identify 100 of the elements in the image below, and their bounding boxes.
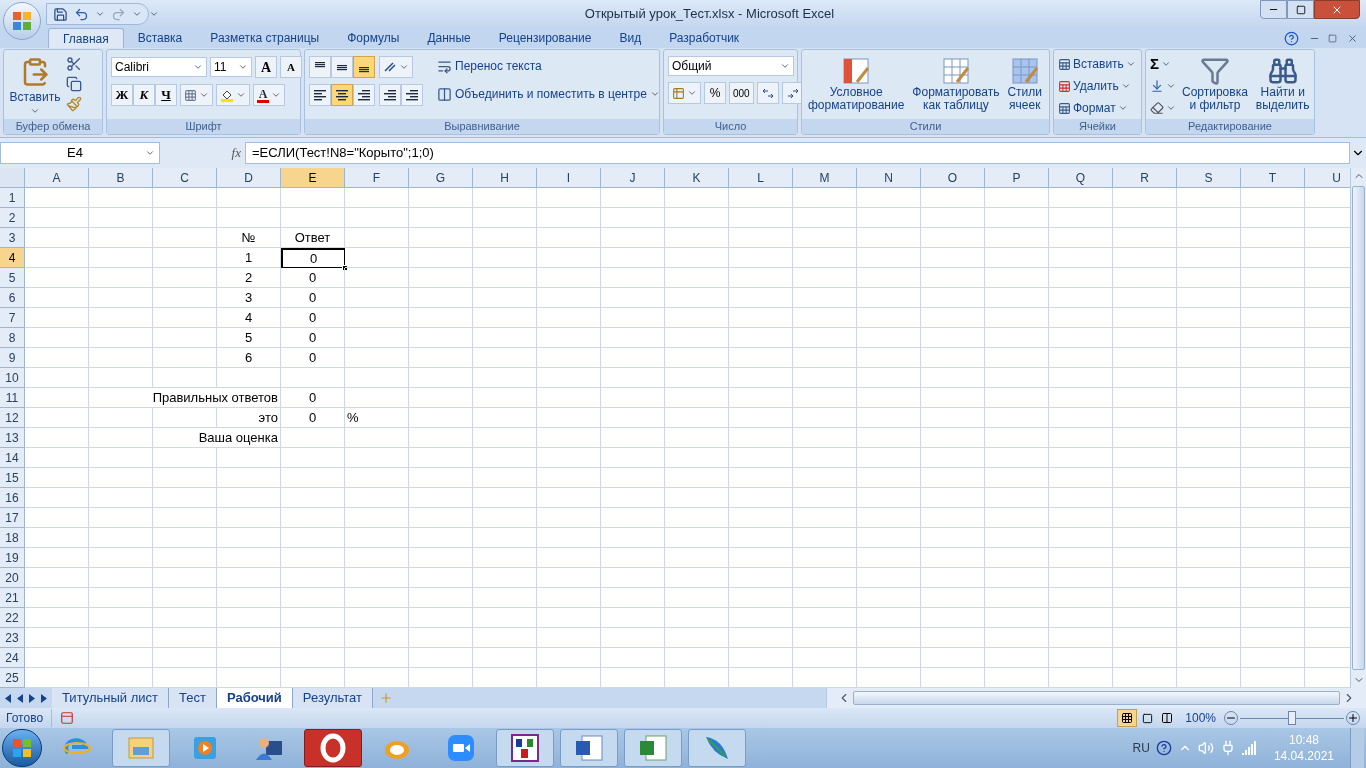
font-size-field[interactable]: 11 [210,57,252,77]
row-header[interactable]: 17 [0,508,25,528]
table-cell[interactable]: № [217,228,281,248]
taskbar-button[interactable] [304,729,362,767]
cells-button[interactable]: Вставить [1058,54,1136,74]
table-cell[interactable]: % [345,408,409,428]
grow-font-button[interactable]: A [255,56,277,78]
editing-button[interactable]: Найти и выделить [1253,54,1312,112]
horizontal-align-button[interactable] [353,84,375,106]
shrink-font-button[interactable]: A [280,56,302,78]
help-icon[interactable] [1155,740,1172,756]
sheet-tab[interactable]: Титульный лист [52,688,169,708]
row-header[interactable]: 1 [0,188,25,208]
select-all-corner[interactable] [0,168,25,187]
copy-icon[interactable] [66,76,82,92]
row-header[interactable]: 5 [0,268,25,288]
column-header[interactable]: E [281,168,345,187]
name-box[interactable]: E4 [0,142,160,164]
ribbon-tab[interactable]: Рецензирование [484,28,606,48]
row-header[interactable]: 19 [0,548,25,568]
ribbon-tab[interactable]: Главная [48,28,124,48]
currency-button[interactable] [668,82,701,104]
row-header[interactable]: 9 [0,348,25,368]
number-format-field[interactable]: Общий [668,56,794,76]
ribbon-tab[interactable]: Разработчик [655,28,754,48]
row-header[interactable]: 10 [0,368,25,388]
row-header[interactable]: 7 [0,308,25,328]
taskbar-button[interactable] [624,729,682,767]
horizontal-scroll-thumb[interactable] [853,691,1340,705]
table-cell[interactable]: 0 [281,288,345,308]
formula-field[interactable]: =ЕСЛИ(Тест!N8="Корыто";1;0) [245,142,1350,164]
new-sheet-icon[interactable] [378,691,393,705]
table-cell[interactable]: 0 [281,388,345,408]
undo-icon[interactable] [74,6,89,22]
row-header[interactable]: 8 [0,328,25,348]
column-header[interactable]: O [921,168,985,187]
table-cell[interactable]: Ответ [281,228,345,248]
column-header[interactable]: A [25,168,89,187]
increase-decimal-button[interactable] [756,82,779,104]
help-icon[interactable] [1284,31,1299,46]
sheet-tab[interactable]: Рабочий [216,688,293,708]
horizontal-scrollbar[interactable] [826,688,1366,708]
table-cell[interactable]: 0 [281,408,345,428]
row-header[interactable]: 21 [0,588,25,608]
taskbar-button[interactable] [560,729,618,767]
close-workbook-icon[interactable] [1347,33,1358,44]
ribbon-tab[interactable]: Вставка [123,28,197,48]
vertical-align-button[interactable] [353,56,375,78]
borders-button[interactable] [180,84,213,106]
row-header[interactable]: 15 [0,468,25,488]
row-header[interactable]: 6 [0,288,25,308]
column-header[interactable]: I [537,168,601,187]
row-header[interactable]: 14 [0,448,25,468]
decrease-indent-button[interactable] [379,84,401,106]
font-name-field[interactable]: Calibri [111,57,207,77]
column-header[interactable]: M [793,168,857,187]
table-cell[interactable]: 0 [281,328,345,348]
taskbar-button[interactable] [496,729,554,767]
table-cell[interactable]: 0 [281,348,345,368]
font-color-button[interactable]: A [253,84,285,106]
styles-button[interactable]: Стили ячеек [1005,54,1044,112]
row-header[interactable]: 25 [0,668,25,688]
table-cell[interactable]: 5 [217,328,281,348]
column-header[interactable]: B [89,168,153,187]
function-label[interactable]: fx [231,143,241,163]
table-cell[interactable]: 1 [217,248,281,268]
wrap-text-button[interactable]: Перенос текста [437,56,660,76]
macro-record-icon[interactable] [60,711,75,725]
row-header[interactable]: 12 [0,408,25,428]
normal-view-button[interactable] [1117,709,1138,727]
row-header[interactable]: 18 [0,528,25,548]
table-cell[interactable]: 0 [281,268,345,288]
table-cell[interactable]: это [217,408,281,428]
underline-button[interactable]: Ч [155,84,177,106]
show-desktop-button[interactable] [1350,728,1364,768]
ribbon-tab[interactable]: Вид [605,28,656,48]
column-header[interactable]: L [729,168,793,187]
thousands-button[interactable]: 000 [729,82,754,104]
table-cell[interactable]: 0 [281,248,345,268]
language-indicator[interactable]: RU [1132,739,1150,757]
zoom-level-text[interactable]: 100% [1185,709,1216,727]
office-button[interactable] [3,2,41,40]
table-cell[interactable]: 0 [281,308,345,328]
vertical-scrollbar[interactable] [1350,168,1366,688]
increase-indent-button[interactable] [401,84,423,106]
horizontal-align-button[interactable] [309,84,331,106]
scroll-thumb[interactable] [1352,186,1365,670]
save-icon[interactable] [53,6,68,22]
row-header[interactable]: 16 [0,488,25,508]
ribbon-tab[interactable]: Формулы [333,28,414,48]
column-header[interactable]: T [1241,168,1305,187]
cut-icon[interactable] [66,56,82,72]
row-header[interactable]: 3 [0,228,25,248]
table-cell[interactable]: Правильных ответов [89,388,281,408]
table-cell[interactable]: 2 [217,268,281,288]
column-header[interactable]: Q [1049,168,1113,187]
cells-button[interactable]: Удалить [1058,76,1136,96]
column-header[interactable]: R [1113,168,1177,187]
vertical-align-button[interactable] [309,56,331,78]
styles-button[interactable]: Условное форматирование [806,54,907,112]
